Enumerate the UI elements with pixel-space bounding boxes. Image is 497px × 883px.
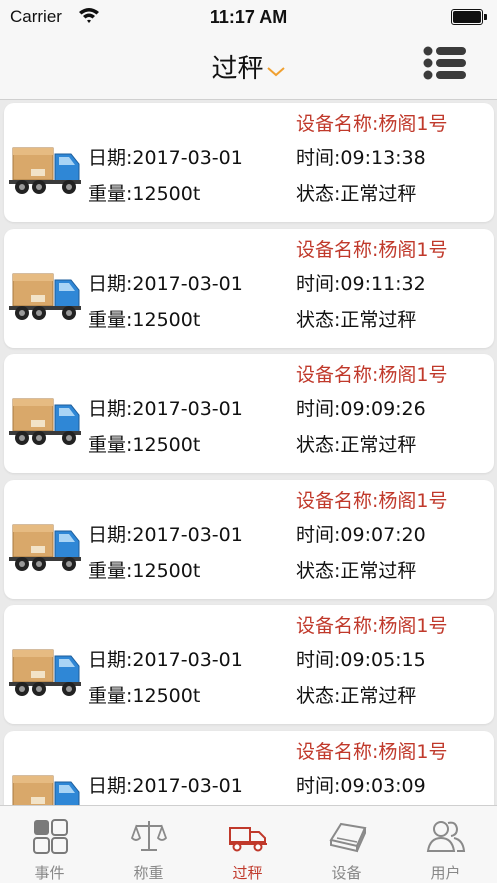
truck-icon <box>12 775 80 805</box>
record-weight: 重量:12500t <box>88 309 201 331</box>
scale-icon <box>130 821 168 851</box>
device-name: 设备名称:杨阁1号 <box>296 615 448 637</box>
tab-label: 用户 <box>430 864 461 882</box>
tab-weighing[interactable]: 称重 <box>99 806 198 883</box>
record-date: 日期:2017-03-01 <box>88 524 243 546</box>
record-time: 时间:09:03:09 <box>296 775 426 797</box>
record-state: 状态:正常过秤 <box>296 685 417 707</box>
page-title: 过秤 <box>211 54 264 84</box>
tab-events[interactable]: 事件 <box>0 806 99 883</box>
grid-icon <box>33 819 68 854</box>
tab-passing[interactable]: 过秤 <box>198 806 297 883</box>
record-card[interactable]: 设备名称:杨阁1号 日期:2017-03-01 时间:09:07:20 重量:1… <box>4 480 494 599</box>
truck-icon <box>9 398 81 445</box>
truck-icon <box>9 273 81 320</box>
record-state: 状态:正常过秤 <box>296 309 417 331</box>
truck-icon <box>229 827 267 852</box>
truck-icon <box>9 147 81 194</box>
record-card[interactable]: 设备名称:杨阁1号 日期:2017-03-01 时间:09:05:15 重量:1… <box>4 605 494 724</box>
device-name: 设备名称:杨阁1号 <box>296 113 448 135</box>
record-date: 日期:2017-03-01 <box>88 273 243 295</box>
record-card[interactable]: 设备名称:杨阁1号 日期:2017-03-01 时间:09:09:26 重量:1… <box>4 354 494 473</box>
device-name: 设备名称:杨阁1号 <box>296 490 448 512</box>
record-time: 时间:09:13:38 <box>296 147 426 169</box>
record-time: 时间:09:09:26 <box>296 398 426 420</box>
tab-label: 过秤 <box>232 864 263 882</box>
record-card[interactable]: 设备名称:杨阁1号 日期:2017-03-01 时间:09:03:09 <box>4 731 494 805</box>
record-date: 日期:2017-03-01 <box>88 398 243 420</box>
status-time: 11:17 AM <box>209 7 288 27</box>
tab-label: 称重 <box>133 864 164 882</box>
record-time: 时间:09:07:20 <box>296 524 426 546</box>
record-state: 状态:正常过秤 <box>296 183 417 205</box>
record-weight: 重量:12500t <box>88 685 201 707</box>
record-date: 日期:2017-03-01 <box>88 649 243 671</box>
tab-label: 事件 <box>34 864 65 882</box>
battery-icon <box>451 9 487 25</box>
device-name: 设备名称:杨阁1号 <box>296 364 448 386</box>
record-state: 状态:正常过秤 <box>296 560 417 582</box>
weighing-record-list[interactable]: 设备名称:杨阁1号 日期:2017-03-01 时间:09:13:38 重量:1… <box>0 101 497 805</box>
record-card[interactable]: 设备名称:杨阁1号 日期:2017-03-01 时间:09:13:38 重量:1… <box>4 103 494 222</box>
users-icon <box>426 821 466 852</box>
chevron-down-icon <box>266 66 285 76</box>
record-weight: 重量:12500t <box>88 560 201 582</box>
record-state: 状态:正常过秤 <box>296 434 417 456</box>
record-weight: 重量:12500t <box>88 183 201 205</box>
device-name: 设备名称:杨阁1号 <box>296 741 448 763</box>
record-time: 时间:09:11:32 <box>296 273 426 295</box>
tab-bar: 事件 称重 过秤 设备 用户 <box>0 805 497 883</box>
tab-users[interactable]: 用户 <box>396 806 495 883</box>
record-time: 时间:09:05:15 <box>296 649 426 671</box>
truck-icon <box>9 649 81 696</box>
nav-bar: 过秤 <box>0 34 497 100</box>
record-card[interactable]: 设备名称:杨阁1号 日期:2017-03-01 时间:09:11:32 重量:1… <box>4 229 494 348</box>
record-date: 日期:2017-03-01 <box>88 775 243 797</box>
record-weight: 重量:12500t <box>88 434 201 456</box>
device-name: 设备名称:杨阁1号 <box>296 239 448 261</box>
truck-icon <box>9 524 81 571</box>
status-bar: Carrier 11:17 AM <box>0 0 497 34</box>
record-date: 日期:2017-03-01 <box>88 147 243 169</box>
device-icon <box>329 822 367 853</box>
tab-label: 设备 <box>331 864 362 882</box>
list-menu-icon[interactable] <box>423 45 467 81</box>
tab-devices[interactable]: 设备 <box>297 806 396 883</box>
